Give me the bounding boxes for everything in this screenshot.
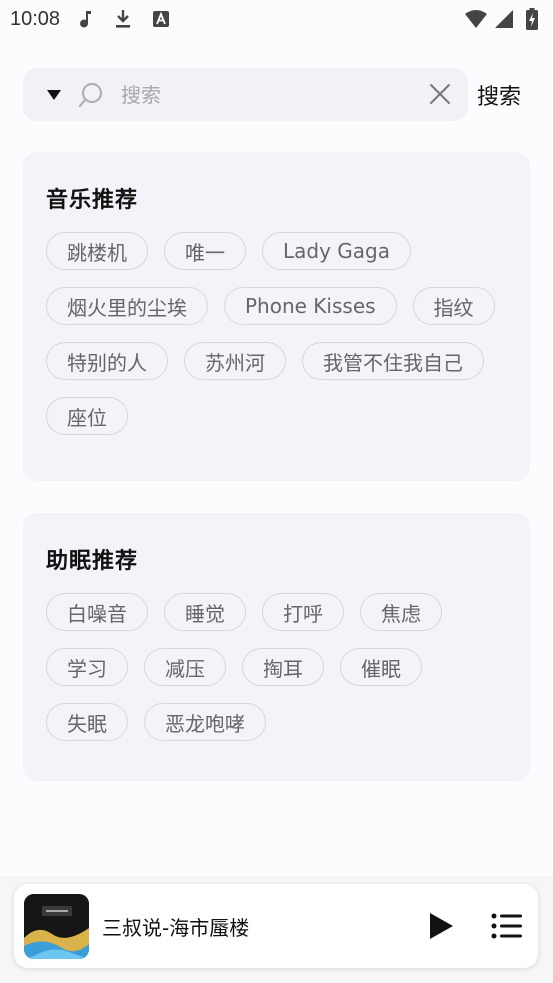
sleep-tags: 白噪音 睡觉 打呼 焦虑学习 减压 掏耳 催眠失眠 恶龙咆哮 [46, 593, 507, 741]
music-tag[interactable]: 我管不住我自己 [302, 342, 484, 380]
music-tags: 跳楼机 唯一 Lady Gaga 烟火里的尘埃 Phone Kisses 指纹特别的人 苏州… [46, 232, 507, 435]
search-button[interactable]: 搜索 [477, 79, 521, 111]
album-cover[interactable] [24, 893, 89, 959]
dropdown-triangle-icon[interactable] [45, 86, 63, 104]
music-recommend-title: 音乐推荐 [46, 188, 139, 213]
music-tag[interactable]: 烟火里的尘埃 [46, 287, 208, 325]
sleep-recommend-card: 助眠推荐 白噪音 睡觉 打呼 焦虑学习 减压 掏耳 催眠失眠 恶龙咆哮 [23, 513, 530, 781]
signal-icon [493, 8, 515, 30]
close-icon[interactable] [428, 82, 452, 106]
battery-charging-icon [521, 8, 543, 30]
music-note-icon [74, 8, 96, 30]
search-box[interactable] [23, 68, 468, 121]
music-tag[interactable]: 座位 [46, 397, 128, 435]
sleep-recommend-title: 助眠推荐 [46, 549, 139, 574]
search-input[interactable] [121, 82, 411, 107]
sleep-tag[interactable]: 减压 [144, 648, 226, 686]
sleep-tag[interactable]: 打呼 [262, 593, 344, 631]
music-recommend-card: 音乐推荐 跳楼机 唯一 Lady Gaga 烟火里的尘埃 Phone Kisses 指纹特… [23, 152, 530, 481]
font-a-icon [150, 8, 172, 30]
music-tag[interactable]: 跳楼机 [46, 232, 148, 270]
now-playing-title[interactable]: 三叔说-海市蜃楼 [102, 912, 420, 941]
music-tag[interactable]: 苏州河 [184, 342, 286, 380]
sleep-tag[interactable]: 掏耳 [242, 648, 324, 686]
search-row: 搜索 [23, 68, 533, 121]
status-left: 10:08 [10, 8, 172, 31]
sleep-tag[interactable]: 失眠 [46, 703, 128, 741]
music-tag[interactable]: 指纹 [412, 287, 495, 325]
sleep-tag[interactable]: 睡觉 [164, 593, 246, 631]
music-tag[interactable]: Lady Gaga [262, 232, 411, 270]
music-tag[interactable]: 特别的人 [46, 342, 168, 380]
sleep-tag[interactable]: 学习 [46, 648, 128, 686]
music-tag[interactable]: 唯一 [164, 232, 246, 270]
playlist-icon[interactable] [486, 905, 528, 947]
status-right [465, 8, 543, 30]
mini-player[interactable]: 三叔说-海市蜃楼 [14, 884, 538, 968]
sleep-tag[interactable]: 恶龙咆哮 [144, 703, 266, 741]
wifi-icon [465, 8, 487, 30]
sleep-tag[interactable]: 白噪音 [46, 593, 148, 631]
status-icons-left [74, 8, 172, 30]
download-icon [112, 8, 134, 30]
music-tag[interactable]: Phone Kisses [224, 287, 397, 325]
sleep-tag[interactable]: 催眠 [340, 648, 422, 686]
status-time: 10:08 [10, 7, 61, 30]
sleep-tag[interactable]: 焦虑 [360, 593, 442, 631]
search-icon [77, 81, 105, 109]
play-icon[interactable] [420, 905, 462, 947]
status-bar: 10:08 [0, 0, 553, 38]
